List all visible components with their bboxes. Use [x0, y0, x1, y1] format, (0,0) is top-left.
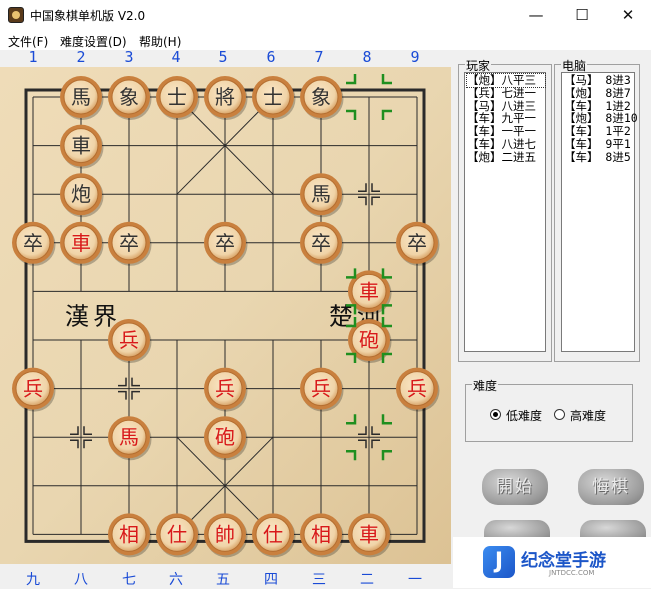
minimize-button[interactable]: —: [513, 0, 559, 30]
file-number: 六: [169, 572, 183, 588]
low-difficulty-label[interactable]: 低难度: [506, 407, 542, 424]
file-number: 7: [314, 48, 324, 66]
file-number: 3: [124, 48, 134, 66]
piece-label: 仕: [263, 522, 283, 546]
piece-label: 兵: [215, 377, 235, 401]
file-number: 6: [266, 48, 276, 66]
file-number: 三: [312, 572, 326, 588]
piece-label: 兵: [119, 328, 139, 352]
piece-label: 象: [119, 85, 139, 109]
piece-label: 士: [167, 85, 187, 109]
move-item[interactable]: 【炮】 8进7: [564, 86, 634, 100]
file-number: 9: [410, 48, 420, 66]
piece-label: 帥: [215, 522, 235, 546]
piece-label: 兵: [23, 377, 43, 401]
piece-label: 馬: [311, 182, 331, 206]
piece-label: 相: [119, 522, 139, 546]
start-button[interactable]: 開始: [482, 469, 548, 505]
piece-label: 相: [311, 522, 331, 546]
piece-label: 炮: [71, 182, 91, 206]
piece-label: 車: [359, 522, 379, 546]
piece-label: 卒: [215, 231, 235, 255]
file-number: 8: [362, 48, 372, 66]
watermark-text: 纪念堂手游: [521, 551, 606, 571]
chess-board[interactable]: 漢界 楚河馬象士將士象車炮 馬卒卒卒卒卒車車兵 砲兵兵兵兵馬 砲相仕帥仕相車: [0, 67, 451, 564]
move-item[interactable]: 【车】 8进5: [564, 150, 634, 164]
window-title: 中国象棋单机版 V2.0: [30, 9, 146, 23]
menu-difficulty[interactable]: 难度设置(D): [60, 33, 127, 50]
file-number: 二: [360, 572, 374, 588]
high-difficulty-radio[interactable]: [554, 409, 565, 420]
piece-label: 砲: [359, 328, 379, 352]
move-item[interactable]: 【炮】八平三: [466, 73, 546, 88]
piece-label: 卒: [407, 231, 427, 255]
computer-moves-list[interactable]: 【马】 8进3 【炮】 8进7 【车】 1进2 【炮】 8进10 【车】 1平2…: [561, 72, 638, 352]
piece-label: 仕: [167, 522, 187, 546]
piece-label: 馬: [71, 85, 91, 109]
file-number: 五: [216, 572, 230, 588]
player-moves-list[interactable]: 【炮】八平三 【兵】七进一 【马】八进三 【车】九平一 【车】一平一 【车】八进…: [464, 72, 546, 352]
file-number: 九: [26, 572, 40, 588]
file-number: 2: [76, 48, 86, 66]
app-icon: [8, 7, 24, 23]
file-number: 七: [122, 572, 136, 588]
piece-label: 象: [311, 85, 331, 109]
piece-label: 兵: [311, 377, 331, 401]
file-number: 八: [74, 572, 88, 588]
river-text-left: 漢界: [65, 303, 121, 331]
undo-button[interactable]: 悔棋: [578, 469, 644, 505]
menu-bar: 文件(F) 难度设置(D) 帮助(H): [0, 30, 651, 50]
file-number: 4: [171, 48, 181, 66]
file-number: 5: [218, 48, 228, 66]
piece-label: 將: [215, 85, 235, 109]
high-difficulty-label[interactable]: 高难度: [570, 407, 606, 424]
difficulty-title: 难度: [472, 377, 499, 394]
piece-label: 卒: [311, 231, 331, 255]
piece-label: 士: [263, 85, 283, 109]
title-bar: 中国象棋单机版 V2.0 — ☐ ✕: [0, 0, 651, 30]
file-number: 四: [264, 572, 278, 588]
piece-label: 兵: [407, 377, 427, 401]
watermark-subtext: JNTDCC.COM: [549, 569, 595, 577]
piece-label: 馬: [119, 425, 139, 449]
close-button[interactable]: ✕: [605, 0, 651, 30]
piece-label: 卒: [23, 231, 43, 255]
move-item[interactable]: 【车】 9平1: [564, 138, 634, 151]
low-difficulty-radio[interactable]: [490, 409, 501, 420]
maximize-button[interactable]: ☐: [559, 0, 605, 30]
piece-label: 砲: [215, 425, 235, 449]
move-item[interactable]: 【兵】七进一: [467, 86, 545, 100]
move-item[interactable]: 【车】八进七: [467, 138, 545, 151]
piece-label: 卒: [119, 231, 139, 255]
file-number: 一: [408, 572, 422, 588]
piece-label: 車: [71, 231, 91, 255]
move-item[interactable]: 【马】 8进3: [564, 74, 634, 87]
piece-label: 車: [71, 134, 91, 158]
file-number: 1: [28, 48, 38, 66]
watermark-logo: J: [483, 546, 515, 578]
move-item[interactable]: 【炮】二进五: [467, 150, 545, 164]
piece-label: 車: [359, 279, 379, 303]
watermark: J 纪念堂手游 JNTDCC.COM: [453, 537, 651, 588]
